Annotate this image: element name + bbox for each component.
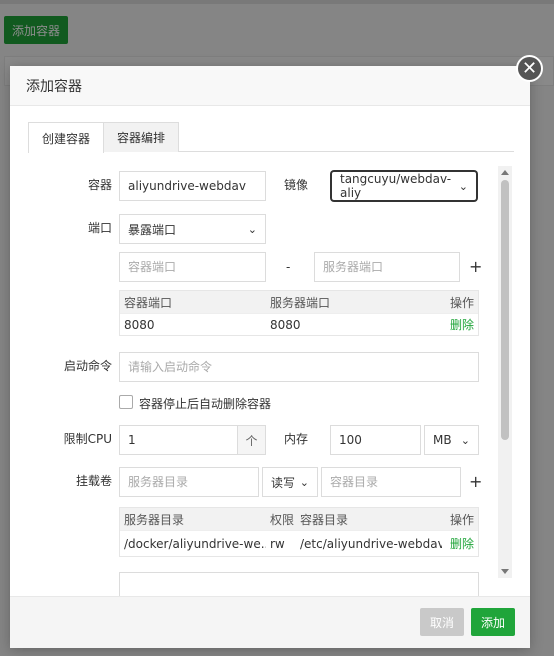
modal-footer: 取消 添加 [10, 596, 530, 648]
port-mode-select[interactable]: 暴露端口 ⌄ [119, 214, 266, 244]
cpu-label: 限制CPU [63, 432, 112, 446]
image-select-value: tangcuyu/webdav-aliy [340, 172, 452, 200]
add-volume-icon[interactable]: + [469, 467, 482, 497]
modal-title: 添加容器 [10, 66, 530, 106]
memory-unit-value: MB [433, 433, 452, 447]
container-dir-input[interactable] [321, 467, 461, 497]
form-scrollbar[interactable] [498, 166, 512, 578]
container-name-label: 容器 [87, 178, 112, 192]
server-dir-input[interactable] [119, 467, 259, 497]
port-separator: - [286, 260, 291, 274]
port-table-header: 容器端口 服务器端口 操作 [120, 291, 478, 313]
port-row-delete-link[interactable]: 删除 [442, 316, 478, 333]
permission-value: 读写 [271, 475, 296, 490]
port-mode-value: 暴露端口 [128, 222, 177, 237]
volume-row-permission: rw [270, 536, 285, 551]
add-button[interactable]: 添加 [471, 608, 515, 636]
cancel-button[interactable]: 取消 [420, 608, 464, 636]
volume-row-delete-link[interactable]: 删除 [442, 535, 478, 552]
port-table-header-server-port: 服务器端口 [270, 295, 331, 310]
volume-row-server-dir: /docker/aliyundrive-we... [124, 536, 266, 551]
command-label: 启动命令 [63, 359, 112, 373]
port-table-header-container-port: 容器端口 [124, 295, 173, 310]
close-icon[interactable]: ✕ [516, 55, 543, 82]
table-row: /docker/aliyundrive-we... rw /etc/aliyun… [120, 530, 478, 556]
volume-table-header-action: 操作 [449, 512, 474, 527]
volume-label: 挂载卷 [75, 474, 112, 488]
auto-remove-label: 容器停止后自动删除容器 [139, 397, 272, 411]
memory-input[interactable] [330, 425, 421, 455]
add-container-modal: 添加容器 创建容器 容器编排 容器 镜像 tangcuyu/webdav-ali… [10, 66, 530, 648]
cpu-input[interactable] [119, 425, 238, 455]
port-table-header-action: 操作 [449, 295, 474, 310]
volume-table-header: 服务器目录 权限 容器目录 操作 [120, 508, 478, 530]
port-row-container-port: 8080 [124, 317, 155, 332]
volume-table-header-permission: 权限 [270, 512, 295, 527]
table-row: 8080 8080 删除 [120, 313, 478, 335]
chevron-down-icon: ⌄ [299, 475, 309, 489]
auto-remove-checkbox[interactable] [119, 395, 133, 409]
permission-select[interactable]: 读写 ⌄ [262, 467, 318, 497]
command-input[interactable] [119, 352, 479, 382]
tab-container-compose[interactable]: 容器编排 [103, 122, 180, 152]
memory-label: 内存 [283, 432, 308, 446]
modal-tabs: 创建容器 容器编排 [28, 122, 514, 153]
server-port-input[interactable] [314, 252, 460, 282]
volume-table-header-server-dir: 服务器目录 [124, 512, 185, 527]
volume-table-header-container-dir: 容器目录 [300, 512, 349, 527]
memory-unit-select[interactable]: MB ⌄ [424, 425, 479, 455]
image-select[interactable]: tangcuyu/webdav-aliy ⌄ [331, 171, 477, 201]
form-content: 容器 镜像 tangcuyu/webdav-aliy ⌄ 端口 暴露端口 ⌄ -… [28, 166, 524, 598]
container-port-input[interactable] [119, 252, 266, 282]
chevron-down-icon: ⌄ [460, 433, 470, 447]
partial-next-field[interactable] [119, 572, 479, 598]
add-port-icon[interactable]: + [469, 252, 482, 282]
scroll-up-icon[interactable] [501, 170, 509, 175]
port-table: 容器端口 服务器端口 操作 8080 8080 删除 [119, 290, 479, 336]
scroll-down-icon[interactable] [501, 569, 509, 574]
image-label: 镜像 [283, 178, 308, 192]
port-label: 端口 [87, 221, 112, 235]
chevron-down-icon: ⌄ [458, 179, 468, 193]
volume-table: 服务器目录 权限 容器目录 操作 /docker/aliyundrive-we.… [119, 507, 479, 557]
chevron-down-icon: ⌄ [247, 222, 257, 236]
port-row-server-port: 8080 [270, 317, 301, 332]
tab-create-container[interactable]: 创建容器 [28, 122, 105, 153]
scroll-thumb[interactable] [501, 180, 509, 440]
volume-row-container-dir: /etc/aliyundrive-webdav/ [300, 536, 442, 551]
